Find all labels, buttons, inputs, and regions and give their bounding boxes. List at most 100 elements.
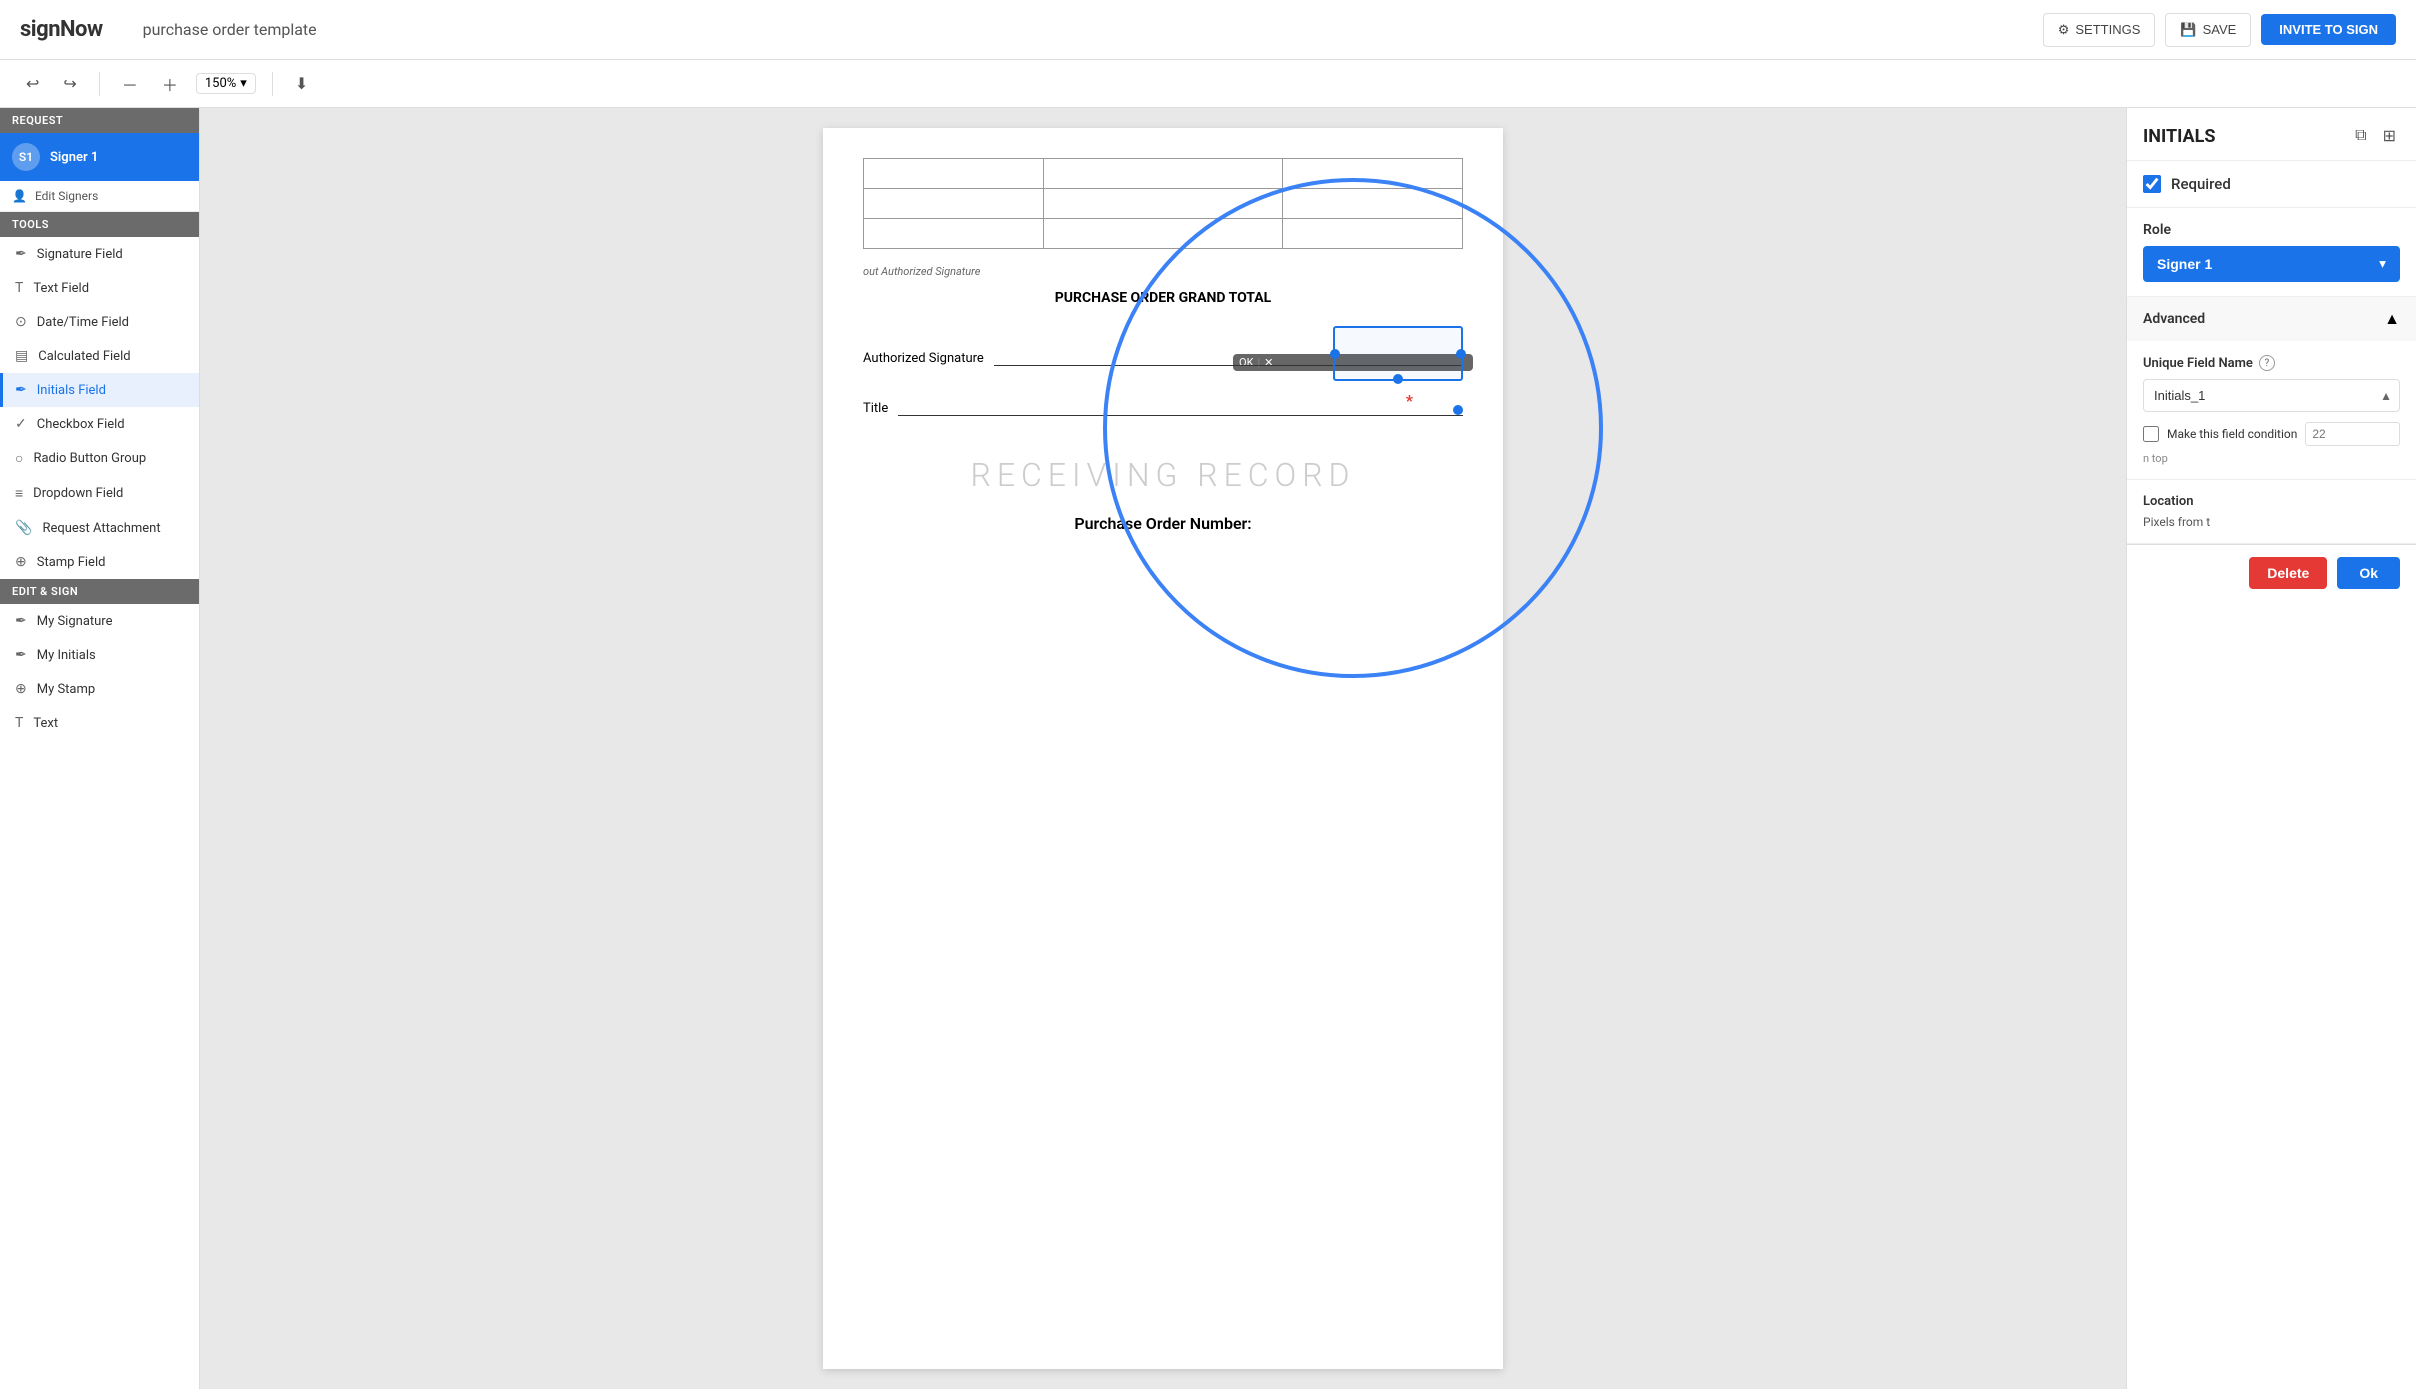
toolbar: ↩ ↪ － ＋ 150% ▾ ⬇	[0, 60, 2416, 108]
pixels-from-label: Pixels from t	[2143, 515, 2400, 529]
panel-header: INITIALS ⧉ ⊞	[2127, 108, 2416, 161]
download-button[interactable]: ⬇	[289, 70, 314, 98]
sidebar-item-request-attachment[interactable]: 📎 Request Attachment	[0, 511, 199, 545]
ok-button[interactable]: Ok	[2337, 557, 2400, 589]
receiving-record-label: RECEIVING RECORD	[863, 456, 1463, 494]
location-section: Location Pixels from t	[2127, 480, 2416, 543]
without-auth-text: out Authorized Signature	[863, 265, 1463, 278]
sidebar-item-datetime-field[interactable]: ⊙ Date/Time Field	[0, 305, 199, 339]
zoom-out-icon: －	[122, 78, 138, 95]
edit-sign-section-header: Edit & Sign	[0, 579, 199, 604]
advanced-title: Advanced	[2143, 311, 2205, 327]
role-section: Role Signer 1 Signer 2 ▼	[2127, 208, 2416, 297]
sidebar-item-calculated-field[interactable]: ▤ Calculated Field	[0, 339, 199, 373]
signature-area: OK | ✕ Authorized Signature	[863, 326, 1463, 416]
sidebar-item-initials-field[interactable]: ✒ Initials Field	[0, 373, 199, 407]
sidebar-item-my-stamp[interactable]: ⊕ My Stamp	[0, 672, 199, 706]
title-label: Title	[863, 401, 888, 416]
doc-title: purchase order template	[143, 20, 2043, 39]
location-title: Location	[2143, 494, 2400, 509]
delete-button[interactable]: Delete	[2249, 557, 2327, 589]
auth-sig-label: Authorized Signature	[863, 351, 984, 366]
signer-name: Signer 1	[50, 150, 98, 165]
advanced-header[interactable]: Advanced ▲	[2127, 297, 2416, 341]
clock-icon: ⊙	[15, 314, 27, 330]
sidebar-item-dropdown-field[interactable]: ≡ Dropdown Field	[0, 476, 199, 511]
signer-avatar: S1	[12, 143, 40, 171]
text-edit-icon: T	[15, 715, 23, 731]
field-name-input[interactable]	[2143, 379, 2400, 412]
save-button[interactable]: 💾 SAVE	[2165, 13, 2251, 47]
advanced-chevron-icon: ▲	[2384, 309, 2400, 329]
role-select[interactable]: Signer 1 Signer 2	[2143, 246, 2400, 282]
on-top-label: n top	[2143, 452, 2400, 465]
zoom-in-button[interactable]: ＋	[156, 68, 184, 100]
initials-field-box[interactable]	[1333, 326, 1463, 381]
sidebar-item-text-field[interactable]: T Text Field	[0, 271, 199, 305]
condition-checkbox[interactable]	[2143, 426, 2159, 442]
header-actions: ⚙ SETTINGS 💾 SAVE INVITE TO SIGN	[2043, 13, 2396, 47]
toolbar-divider-2	[272, 72, 273, 96]
handle-bottom	[1393, 374, 1403, 384]
toolbar-divider	[99, 72, 100, 96]
required-row: Required	[2143, 175, 2400, 193]
attachment-icon: 📎	[15, 520, 32, 536]
input-chevron-icon: ▲	[2380, 389, 2392, 403]
tools-section-header: Tools	[0, 212, 199, 237]
gear-icon: ⚙	[2058, 22, 2070, 38]
my-initials-icon: ✒	[15, 647, 27, 663]
help-icon[interactable]: ?	[2259, 355, 2275, 371]
panel-icons: ⧉ ⊞	[2351, 122, 2400, 150]
table-row	[864, 159, 1463, 189]
zoom-out-button[interactable]: －	[116, 68, 144, 100]
required-checkbox[interactable]	[2143, 175, 2161, 193]
po-grand-total-label: PURCHASE ORDER GRAND TOTAL	[863, 290, 1463, 306]
advanced-section: Advanced ▲ Unique Field Name ? ▲	[2127, 297, 2416, 544]
table-row	[864, 219, 1463, 249]
po-number-label: Purchase Order Number:	[863, 514, 1463, 533]
request-section-header: Request	[0, 108, 199, 133]
handle-left	[1330, 349, 1340, 359]
signer-block[interactable]: S1 Signer 1	[0, 133, 199, 181]
my-stamp-icon: ⊕	[15, 681, 27, 697]
settings-button[interactable]: ⚙ SETTINGS	[2043, 13, 2156, 47]
stamp-icon: ⊕	[15, 554, 27, 570]
role-label: Role	[2143, 222, 2400, 238]
required-section: Required	[2127, 161, 2416, 208]
field-name-input-wrapper: ▲	[2143, 379, 2400, 412]
zoom-in-icon: ＋	[162, 78, 178, 95]
title-row: Title *	[863, 386, 1463, 416]
doc-content: out Authorized Signature PURCHASE ORDER …	[823, 128, 1503, 563]
sidebar-item-stamp-field[interactable]: ⊕ Stamp Field	[0, 545, 199, 579]
unique-field-name-label: Unique Field Name	[2143, 356, 2253, 371]
person-icon: 👤	[12, 189, 27, 203]
doc-table	[863, 158, 1463, 249]
sig-line	[994, 326, 1463, 366]
redo-button[interactable]: ↪	[57, 70, 82, 98]
undo-button[interactable]: ↩	[20, 70, 45, 98]
dropdown-icon: ≡	[15, 485, 23, 502]
main-layout: Request S1 Signer 1 👤 Edit Signers Tools…	[0, 108, 2416, 1389]
title-handle	[1453, 405, 1463, 415]
sidebar-item-checkbox-field[interactable]: ✓ Checkbox Field	[0, 407, 199, 441]
sidebar-item-my-signature[interactable]: ✒ My Signature	[0, 604, 199, 638]
panel-copy-icon[interactable]: ⧉	[2351, 122, 2370, 150]
panel-grid-icon[interactable]: ⊞	[2379, 122, 2400, 150]
sidebar-item-signature-field[interactable]: ✒ Signature Field	[0, 237, 199, 271]
edit-signers-button[interactable]: 👤 Edit Signers	[0, 181, 199, 212]
calc-icon: ▤	[15, 348, 28, 364]
sidebar: Request S1 Signer 1 👤 Edit Signers Tools…	[0, 108, 200, 1389]
invite-to-sign-button[interactable]: INVITE TO SIGN	[2261, 14, 2396, 45]
sidebar-item-my-initials[interactable]: ✒ My Initials	[0, 638, 199, 672]
sidebar-item-radio-button[interactable]: ○ Radio Button Group	[0, 441, 199, 476]
logo: signNow	[20, 17, 103, 42]
field-name-row: Unique Field Name ?	[2143, 355, 2400, 371]
condition-input[interactable]	[2305, 422, 2400, 446]
text-icon: T	[15, 280, 23, 296]
initials-icon: ✒	[15, 382, 27, 398]
sidebar-item-text[interactable]: T Text	[0, 706, 199, 740]
my-sig-icon: ✒	[15, 613, 27, 629]
zoom-control[interactable]: 150% ▾	[196, 73, 256, 94]
radio-icon: ○	[15, 450, 23, 467]
checkbox-icon: ✓	[15, 416, 27, 432]
